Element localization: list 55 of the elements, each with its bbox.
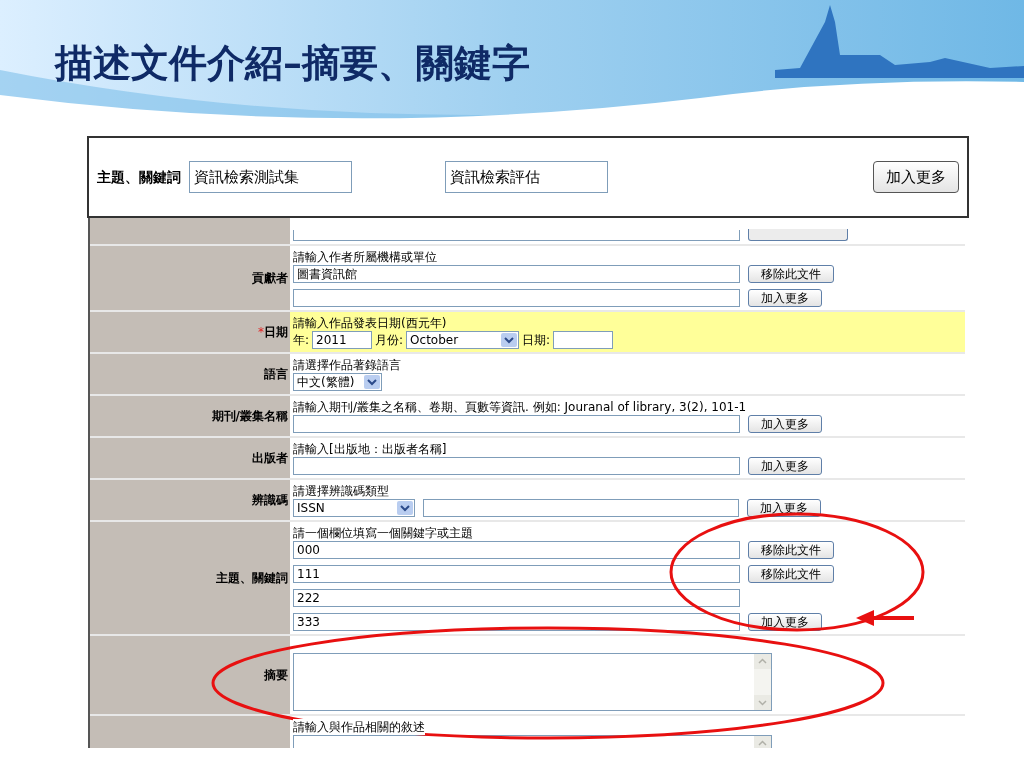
text-field[interactable]: 資訊檢索評估	[445, 161, 608, 193]
form-button[interactable]: 移除此文件	[748, 541, 834, 559]
field-hint: 請輸入[出版地：出版者名稱]	[293, 441, 447, 457]
form-button[interactable]: 移除此文件	[748, 565, 834, 583]
field-label: 主題、關鍵詞	[97, 167, 181, 187]
field-hint: 請輸入作者所屬機構或單位	[293, 249, 437, 265]
dropdown-select[interactable]: ISSN	[293, 499, 415, 517]
form-button[interactable]: 移除此文件	[748, 265, 834, 283]
form-button[interactable]: 加入更多	[748, 289, 822, 307]
field-label: 期刊/叢集名稱	[211, 408, 288, 425]
dropdown-select[interactable]: October	[406, 331, 520, 349]
field-hint: 請輸入與作品相關的敘述	[293, 719, 425, 735]
form-button[interactable]: 加入更多	[748, 457, 822, 475]
chevron-down-icon	[397, 501, 413, 515]
field-hint: 請輸入作品發表日期(西元年)	[293, 315, 447, 331]
field-label: 辨識碼	[252, 492, 288, 509]
chevron-down-icon	[501, 333, 518, 347]
field-hint: 請選擇作品著錄語言	[293, 357, 401, 373]
form-button[interactable]: 加入更多	[748, 415, 822, 433]
field-hint: 請一個欄位填寫一個關鍵字或主題	[293, 525, 473, 541]
text-field[interactable]	[423, 499, 739, 517]
field-label: 日期:	[522, 332, 551, 349]
text-field[interactable]	[293, 230, 740, 241]
text-field[interactable]	[553, 331, 614, 349]
form-button[interactable]	[748, 229, 848, 241]
add-more-button[interactable]: 加入更多	[873, 161, 959, 193]
field-label: 語言	[264, 366, 288, 383]
text-field[interactable]: 2011	[312, 331, 373, 349]
slide-title: 描述文件介紹–摘要、關鍵字	[55, 39, 530, 87]
scroll-up-icon[interactable]	[754, 654, 771, 669]
text-field[interactable]: 222	[293, 589, 740, 607]
field-hint: 請輸入期刊/叢集之名稱、卷期、頁數等資訊. 例如: Jouranal of library, 3(2), 101-1	[293, 399, 747, 415]
field-label: 年:	[293, 332, 310, 349]
annotation-arrow	[856, 610, 914, 626]
scroll-up-icon[interactable]	[754, 736, 771, 748]
field-label: 出版者	[252, 450, 288, 467]
text-field[interactable]: 333	[293, 613, 740, 631]
field-label: 主題、關鍵詞	[216, 570, 288, 587]
text-field[interactable]: 000	[293, 541, 740, 559]
field-label: 日期	[264, 324, 288, 341]
scroll-down-icon[interactable]	[754, 695, 771, 710]
field-label: 貢獻者	[252, 270, 288, 287]
text-field[interactable]: 資訊檢索測試集	[189, 161, 352, 193]
chevron-down-icon	[364, 375, 380, 389]
text-field[interactable]	[293, 415, 740, 433]
text-field[interactable]	[293, 289, 740, 307]
text-field[interactable]	[293, 457, 740, 475]
field-label: 月份:	[375, 332, 404, 349]
field-hint: 請選擇辨識碼類型	[293, 483, 389, 499]
text-field[interactable]: 111	[293, 565, 740, 583]
dropdown-select[interactable]: 中文(繁體)	[293, 373, 382, 391]
required-mark: *	[258, 324, 264, 341]
text-area[interactable]	[293, 653, 772, 711]
field-label: 摘要	[264, 667, 288, 684]
text-field[interactable]: 圖書資訊館	[293, 265, 740, 283]
